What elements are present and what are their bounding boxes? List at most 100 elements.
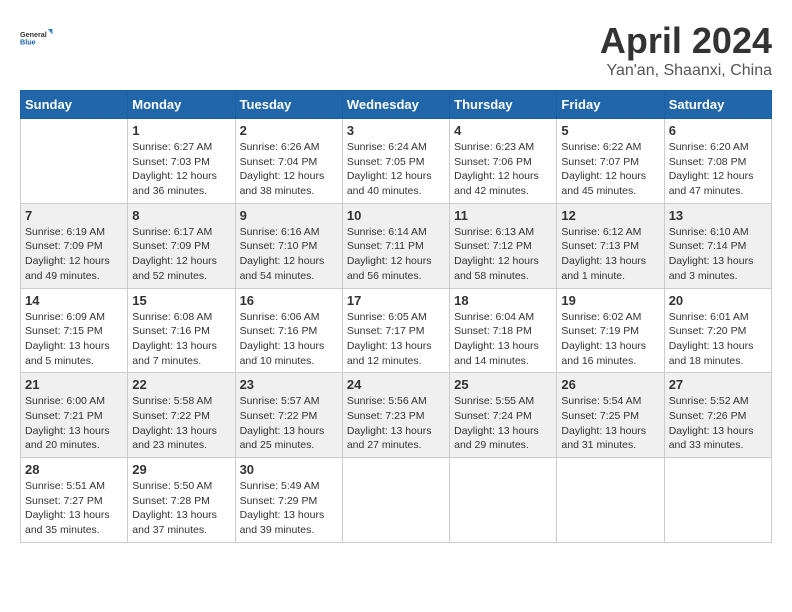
day-info: Sunrise: 5:50 AMSunset: 7:28 PMDaylight:…: [132, 479, 230, 538]
calendar-cell: 17 Sunrise: 6:05 AMSunset: 7:17 PMDayligh…: [342, 288, 449, 373]
calendar-cell: [664, 458, 771, 543]
day-info: Sunrise: 6:00 AMSunset: 7:21 PMDaylight:…: [25, 394, 123, 453]
day-number: 24: [347, 377, 445, 392]
calendar-cell: 16Sunrise: 6:06 AMSunset: 7:16 PMDayligh…: [235, 288, 342, 373]
day-number: 12: [561, 208, 659, 223]
day-info: Sunrise: 6:23 AMSunset: 7:06 PMDaylight:…: [454, 140, 552, 199]
logo: GeneralBlue: [20, 20, 60, 56]
day-number: 26: [561, 377, 659, 392]
calendar-cell: 6 Sunrise: 6:20 AMSunset: 7:08 PMDaylight…: [664, 119, 771, 204]
day-number: 4: [454, 123, 552, 138]
calendar-cell: 23 Sunrise: 5:57 AMSunset: 7:22 PMDayligh…: [235, 373, 342, 458]
day-info: Sunrise: 5:58 AMSunset: 7:22 PMDaylight:…: [132, 394, 230, 453]
day-number: 15: [132, 293, 230, 308]
day-number: 14: [25, 293, 123, 308]
logo-icon: GeneralBlue: [20, 20, 56, 56]
calendar-cell: 28Sunrise: 5:51 AMSunset: 7:27 PMDayligh…: [21, 458, 128, 543]
day-number: 30: [240, 462, 338, 477]
day-number: 22: [132, 377, 230, 392]
calendar-table: SundayMondayTuesdayWednesdayThursdayFrid…: [20, 90, 772, 543]
calendar-cell: 12 Sunrise: 6:12 AMSunset: 7:13 PMDayligh…: [557, 203, 664, 288]
day-info: Sunrise: 5:55 AMSunset: 7:24 PMDaylight:…: [454, 394, 552, 453]
calendar-cell: 1 Sunrise: 6:27 AMSunset: 7:03 PMDaylight…: [128, 119, 235, 204]
day-number: 20: [669, 293, 767, 308]
calendar-cell: 25 Sunrise: 5:55 AMSunset: 7:24 PMDayligh…: [450, 373, 557, 458]
weekday-header: Tuesday: [235, 91, 342, 119]
calendar-cell: 10 Sunrise: 6:14 AMSunset: 7:11 PMDayligh…: [342, 203, 449, 288]
day-info: Sunrise: 6:27 AMSunset: 7:03 PMDaylight:…: [132, 140, 230, 199]
day-number: 18: [454, 293, 552, 308]
calendar-cell: 22 Sunrise: 5:58 AMSunset: 7:22 PMDayligh…: [128, 373, 235, 458]
day-number: 2: [240, 123, 338, 138]
day-number: 29: [132, 462, 230, 477]
calendar-cell: 4 Sunrise: 6:23 AMSunset: 7:06 PMDaylight…: [450, 119, 557, 204]
month-title: April 2024: [600, 20, 772, 62]
day-number: 27: [669, 377, 767, 392]
day-info: Sunrise: 6:01 AMSunset: 7:20 PMDaylight:…: [669, 310, 767, 369]
day-number: 5: [561, 123, 659, 138]
calendar-cell: 8Sunrise: 6:17 AMSunset: 7:09 PMDaylight…: [128, 203, 235, 288]
calendar-week-row: 7 Sunrise: 6:19 AMSunset: 7:09 PMDaylight…: [21, 203, 772, 288]
calendar-cell: 26 Sunrise: 5:54 AMSunset: 7:25 PMDayligh…: [557, 373, 664, 458]
calendar-cell: 9 Sunrise: 6:16 AMSunset: 7:10 PMDaylight…: [235, 203, 342, 288]
day-info: Sunrise: 6:05 AMSunset: 7:17 PMDaylight:…: [347, 310, 445, 369]
day-number: 9: [240, 208, 338, 223]
calendar-cell: 20 Sunrise: 6:01 AMSunset: 7:20 PMDayligh…: [664, 288, 771, 373]
day-info: Sunrise: 6:14 AMSunset: 7:11 PMDaylight:…: [347, 225, 445, 284]
day-info: Sunrise: 6:04 AMSunset: 7:18 PMDaylight:…: [454, 310, 552, 369]
svg-text:Blue: Blue: [20, 37, 36, 46]
day-info: Sunrise: 6:19 AMSunset: 7:09 PMDaylight:…: [25, 225, 123, 284]
day-number: 1: [132, 123, 230, 138]
weekday-header: Wednesday: [342, 91, 449, 119]
day-info: Sunrise: 6:24 AMSunset: 7:05 PMDaylight:…: [347, 140, 445, 199]
calendar-cell: 24 Sunrise: 5:56 AMSunset: 7:23 PMDayligh…: [342, 373, 449, 458]
calendar-cell: 18 Sunrise: 6:04 AMSunset: 7:18 PMDayligh…: [450, 288, 557, 373]
day-info: Sunrise: 5:51 AMSunset: 7:27 PMDaylight:…: [25, 479, 123, 538]
weekday-header: Thursday: [450, 91, 557, 119]
calendar-cell: [21, 119, 128, 204]
day-info: Sunrise: 5:57 AMSunset: 7:22 PMDaylight:…: [240, 394, 338, 453]
weekday-header: Friday: [557, 91, 664, 119]
weekday-header: Monday: [128, 91, 235, 119]
day-info: Sunrise: 6:09 AMSunset: 7:15 PMDaylight:…: [25, 310, 123, 369]
calendar-cell: 3 Sunrise: 6:24 AMSunset: 7:05 PMDaylight…: [342, 119, 449, 204]
day-number: 16: [240, 293, 338, 308]
day-number: 25: [454, 377, 552, 392]
page-header: GeneralBlue April 2024 Yan'an, Shaanxi, …: [20, 20, 772, 80]
calendar-cell: 27 Sunrise: 5:52 AMSunset: 7:26 PMDayligh…: [664, 373, 771, 458]
calendar-week-row: 21 Sunrise: 6:00 AMSunset: 7:21 PMDayligh…: [21, 373, 772, 458]
day-number: 6: [669, 123, 767, 138]
calendar-week-row: 28Sunrise: 5:51 AMSunset: 7:27 PMDayligh…: [21, 458, 772, 543]
day-number: 19: [561, 293, 659, 308]
calendar-cell: 13 Sunrise: 6:10 AMSunset: 7:14 PMDayligh…: [664, 203, 771, 288]
calendar-cell: 11 Sunrise: 6:13 AMSunset: 7:12 PMDayligh…: [450, 203, 557, 288]
day-number: 23: [240, 377, 338, 392]
day-info: Sunrise: 6:26 AMSunset: 7:04 PMDaylight:…: [240, 140, 338, 199]
day-info: Sunrise: 5:52 AMSunset: 7:26 PMDaylight:…: [669, 394, 767, 453]
day-info: Sunrise: 6:20 AMSunset: 7:08 PMDaylight:…: [669, 140, 767, 199]
day-info: Sunrise: 6:16 AMSunset: 7:10 PMDaylight:…: [240, 225, 338, 284]
day-number: 3: [347, 123, 445, 138]
day-info: Sunrise: 6:10 AMSunset: 7:14 PMDaylight:…: [669, 225, 767, 284]
day-info: Sunrise: 6:13 AMSunset: 7:12 PMDaylight:…: [454, 225, 552, 284]
calendar-cell: 29 Sunrise: 5:50 AMSunset: 7:28 PMDayligh…: [128, 458, 235, 543]
calendar-cell: [557, 458, 664, 543]
title-area: April 2024 Yan'an, Shaanxi, China: [600, 20, 772, 80]
calendar-week-row: 14 Sunrise: 6:09 AMSunset: 7:15 PMDayligh…: [21, 288, 772, 373]
day-info: Sunrise: 5:54 AMSunset: 7:25 PMDaylight:…: [561, 394, 659, 453]
day-number: 21: [25, 377, 123, 392]
calendar-cell: 14 Sunrise: 6:09 AMSunset: 7:15 PMDayligh…: [21, 288, 128, 373]
calendar-week-row: 1 Sunrise: 6:27 AMSunset: 7:03 PMDaylight…: [21, 119, 772, 204]
day-info: Sunrise: 5:56 AMSunset: 7:23 PMDaylight:…: [347, 394, 445, 453]
day-number: 10: [347, 208, 445, 223]
day-info: Sunrise: 6:12 AMSunset: 7:13 PMDaylight:…: [561, 225, 659, 284]
calendar-cell: 30Sunrise: 5:49 AMSunset: 7:29 PMDayligh…: [235, 458, 342, 543]
calendar-cell: 21 Sunrise: 6:00 AMSunset: 7:21 PMDayligh…: [21, 373, 128, 458]
day-number: 13: [669, 208, 767, 223]
day-number: 7: [25, 208, 123, 223]
calendar-cell: [450, 458, 557, 543]
day-number: 17: [347, 293, 445, 308]
day-number: 11: [454, 208, 552, 223]
calendar-cell: 5Sunrise: 6:22 AMSunset: 7:07 PMDaylight…: [557, 119, 664, 204]
calendar-cell: [342, 458, 449, 543]
